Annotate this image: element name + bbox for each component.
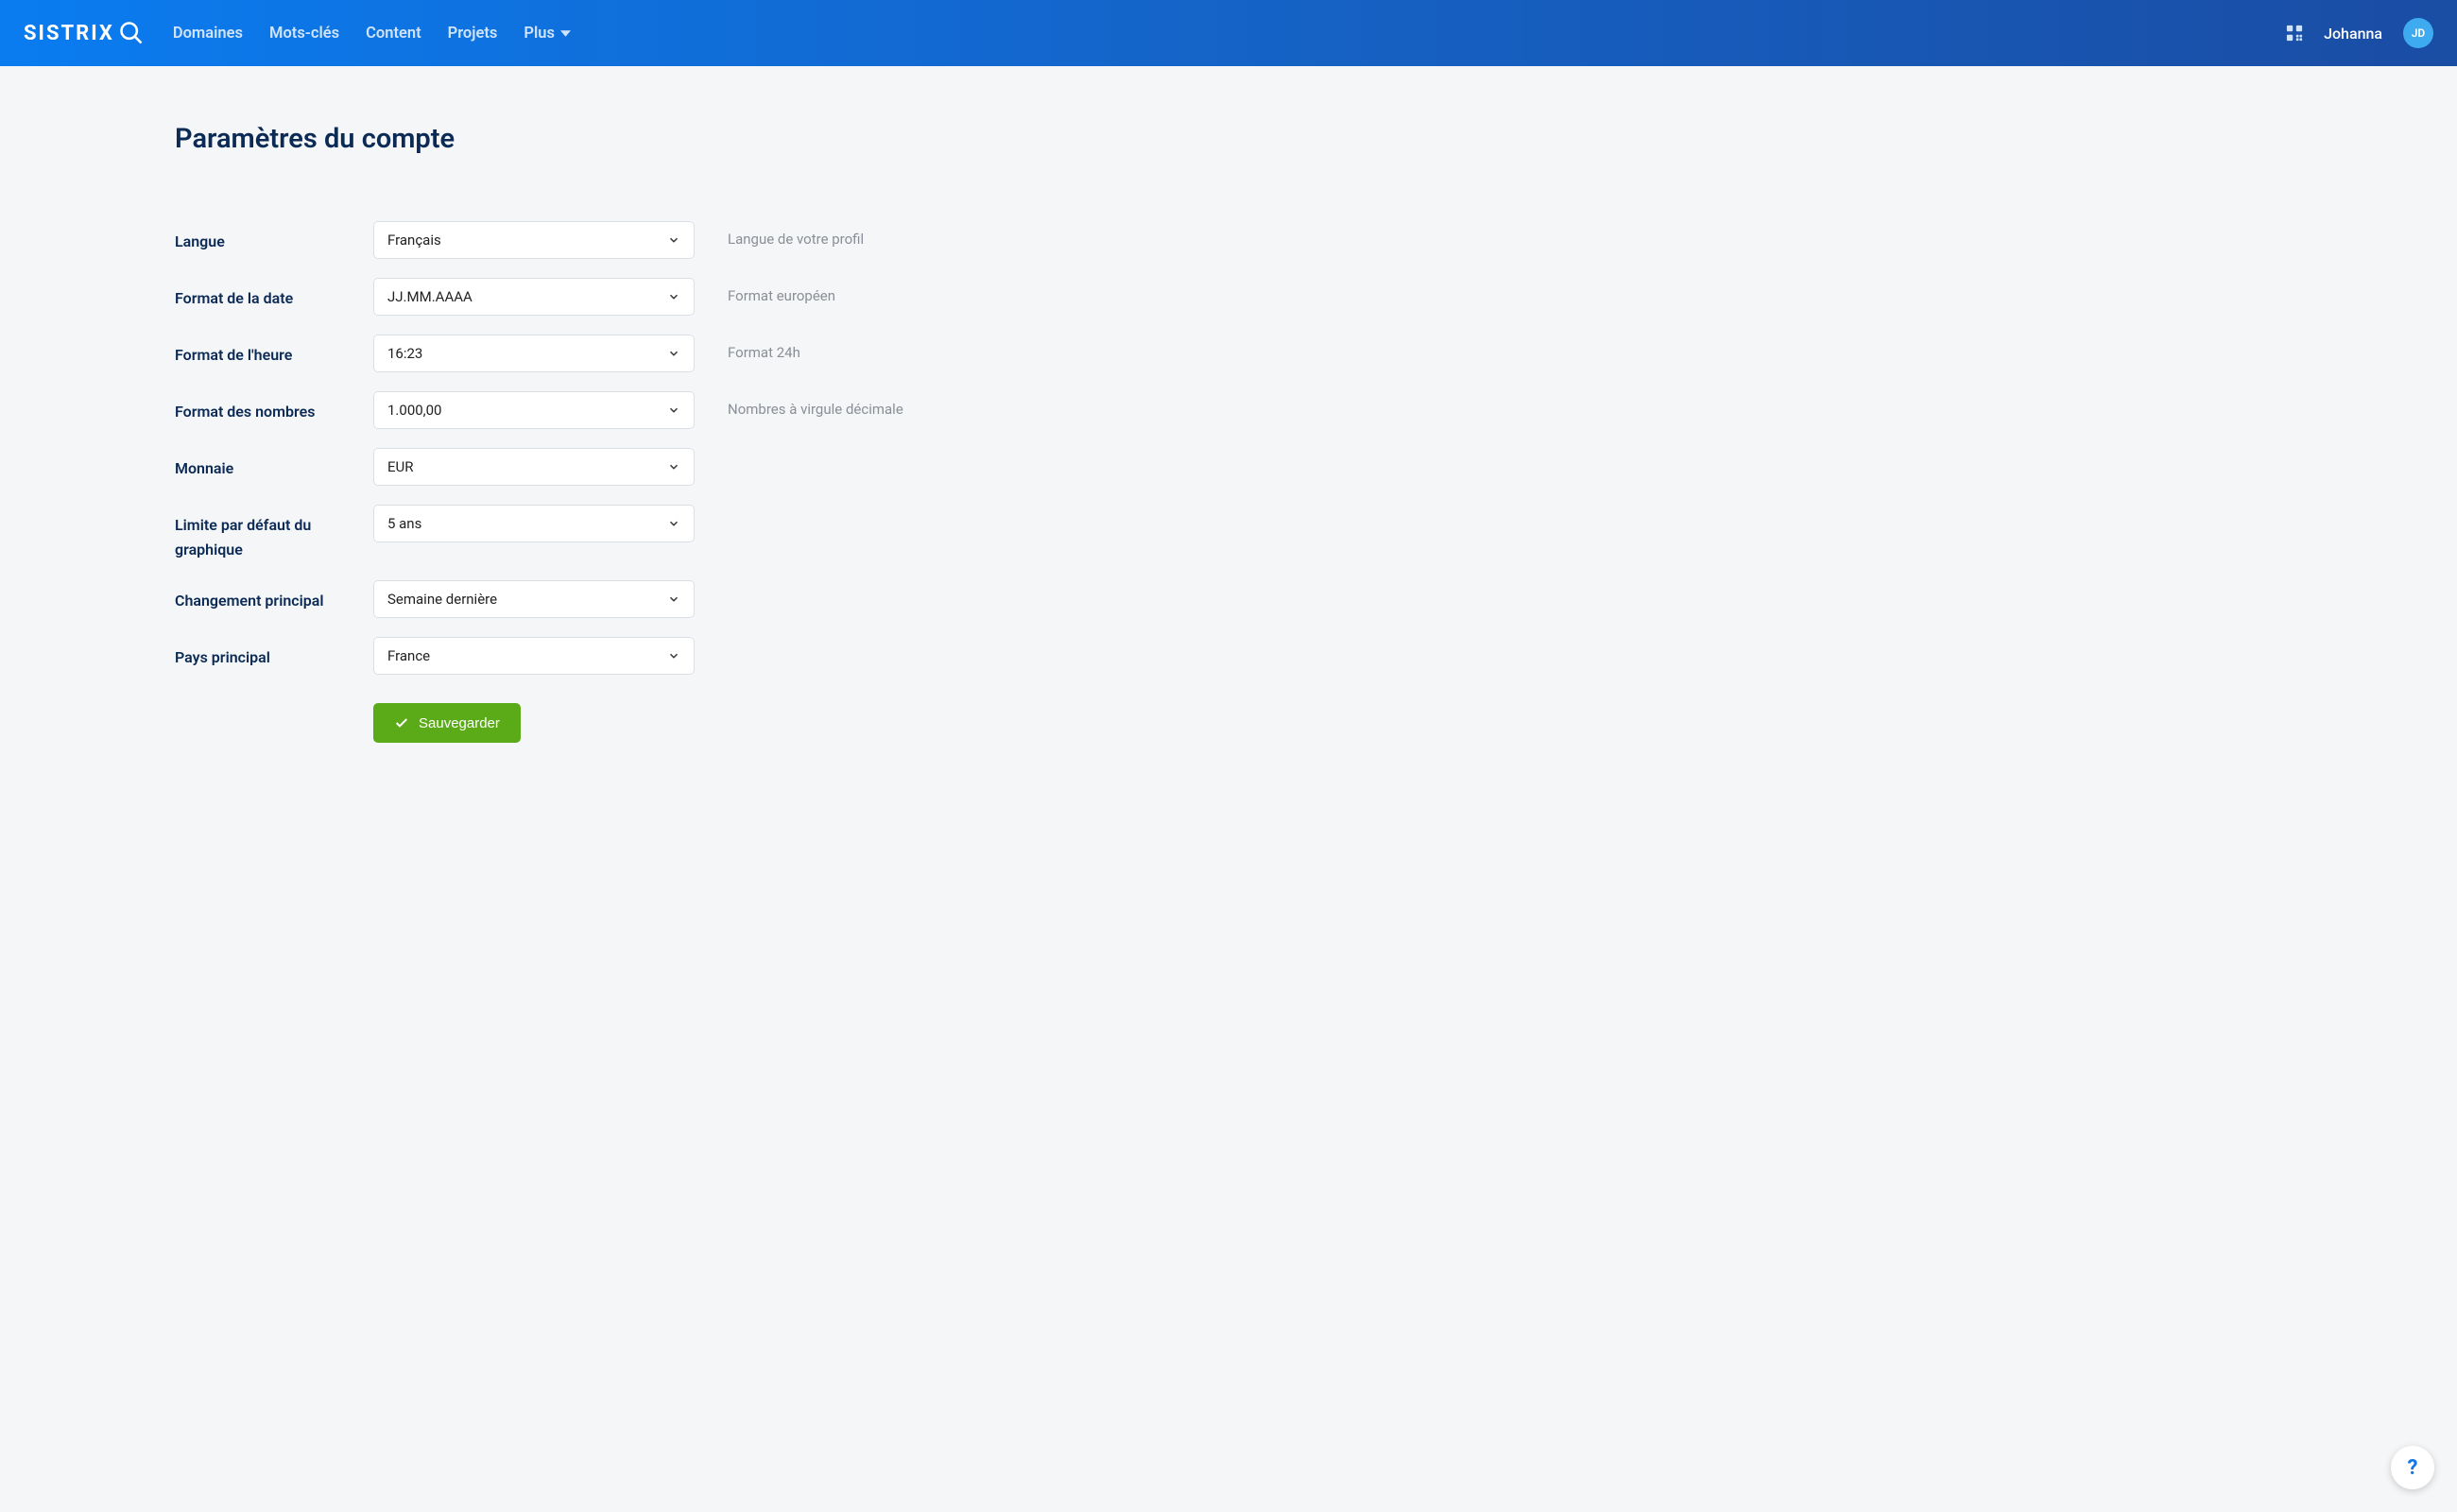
select-nombres[interactable]: 1.000,00 [373,391,695,429]
logo-text: SISTRIX [24,22,114,45]
select-langue[interactable]: Français [373,221,695,259]
select-monnaie[interactable]: EUR [373,448,695,486]
chevron-down-icon [667,347,680,360]
chevron-down-icon [667,649,680,662]
header-right: Johanna JD [2286,18,2433,48]
nav-motscles[interactable]: Mots-clés [269,25,339,43]
avatar[interactable]: JD [2403,18,2433,48]
label-changement: Changement principal [175,580,373,613]
save-button-label: Sauvegarder [419,715,500,731]
select-nombres-value: 1.000,00 [387,402,442,419]
row-changement: Changement principal Semaine dernière [175,580,1120,618]
caret-down-icon [560,28,571,39]
chevron-down-icon [667,290,680,303]
select-pays[interactable]: France [373,637,695,675]
nav-plus[interactable]: Plus [524,25,571,43]
nav-plus-label: Plus [524,25,555,43]
help-langue: Langue de votre profil [728,221,864,248]
label-pays: Pays principal [175,637,373,670]
chevron-down-icon [667,460,680,473]
label-heure: Format de l'heure [175,335,373,368]
select-heure-value: 16:23 [387,345,422,362]
row-monnaie: Monnaie EUR [175,448,1120,486]
label-nombres: Format des nombres [175,391,373,424]
chevron-down-icon [667,517,680,530]
apps-grid-icon[interactable] [2286,25,2303,42]
label-date: Format de la date [175,278,373,311]
page-title: Paramètres du compte [175,123,1120,155]
select-langue-value: Français [387,232,441,249]
main-area: Paramètres du compte Langue Français Lan… [0,66,1304,799]
select-changement-value: Semaine dernière [387,591,497,608]
search-icon [118,20,145,46]
chevron-down-icon [667,593,680,606]
check-icon [394,715,409,730]
select-graphique[interactable]: 5 ans [373,505,695,542]
top-header: SISTRIX Domaines Mots-clés Content Proje… [0,0,2457,66]
main-nav: Domaines Mots-clés Content Projets Plus [173,25,2286,43]
label-langue: Langue [175,221,373,254]
user-name[interactable]: Johanna [2324,25,2382,43]
nav-domaines[interactable]: Domaines [173,25,243,43]
chevron-down-icon [667,233,680,247]
row-pays: Pays principal France [175,637,1120,675]
row-nombres: Format des nombres 1.000,00 Nombres à vi… [175,391,1120,429]
select-monnaie-value: EUR [387,458,414,475]
nav-content[interactable]: Content [366,25,421,43]
help-heure: Format 24h [728,335,800,361]
chevron-down-icon [667,404,680,417]
save-button[interactable]: Sauvegarder [373,703,521,743]
row-heure: Format de l'heure 16:23 Format 24h [175,335,1120,372]
content: Paramètres du compte Langue Français Lan… [175,123,1120,743]
help-button[interactable]: ? [2391,1446,2434,1489]
select-date[interactable]: JJ.MM.AAAA [373,278,695,316]
help-nombres: Nombres à virgule décimale [728,391,903,418]
logo[interactable]: SISTRIX [24,20,145,46]
select-changement[interactable]: Semaine dernière [373,580,695,618]
row-graphique: Limite par défaut du graphique 5 ans [175,505,1120,561]
help-date: Format européen [728,278,835,304]
label-graphique: Limite par défaut du graphique [175,505,373,561]
select-graphique-value: 5 ans [387,515,421,532]
select-pays-value: France [387,647,430,664]
row-date: Format de la date JJ.MM.AAAA Format euro… [175,278,1120,316]
select-heure[interactable]: 16:23 [373,335,695,372]
row-langue: Langue Français Langue de votre profil [175,221,1120,259]
select-date-value: JJ.MM.AAAA [387,288,472,305]
nav-projets[interactable]: Projets [448,25,498,43]
label-monnaie: Monnaie [175,448,373,481]
